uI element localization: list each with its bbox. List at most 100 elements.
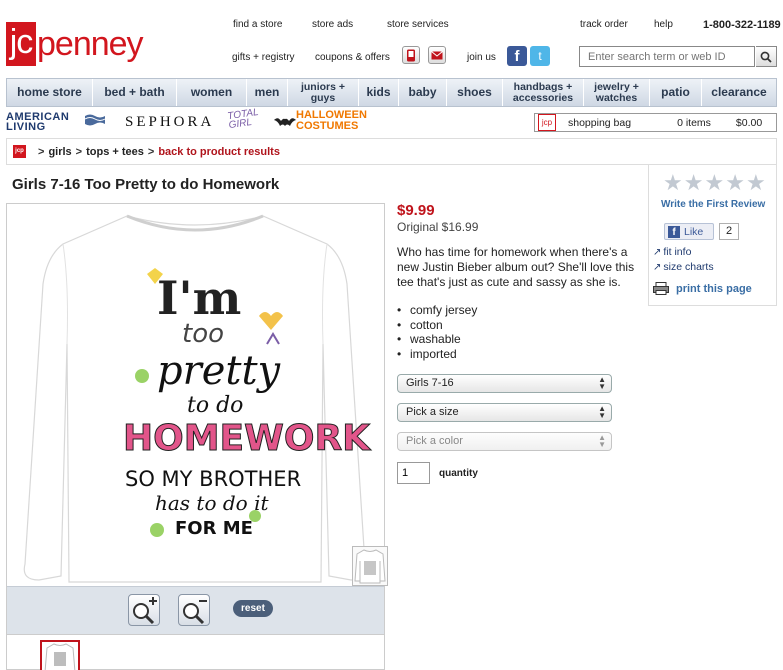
shirt-text-so-my-brother: SO MY BROTHER — [125, 467, 301, 491]
shirt-text-for-me: FOR ME — [175, 518, 253, 539]
product-description: Who has time for homework when there's a… — [397, 245, 635, 289]
zoom-out-button[interactable] — [178, 594, 210, 626]
breadcrumb-girls[interactable]: girls — [48, 146, 71, 158]
print-label: print this page — [676, 282, 752, 295]
breadcrumb-separator: > — [75, 145, 83, 158]
breadcrumb-separator: > — [38, 145, 45, 158]
jcpenney-logo[interactable]: jc penney — [6, 22, 151, 66]
back-to-results-link[interactable]: back to product results — [158, 146, 280, 158]
zoom-toolbar: reset — [7, 586, 384, 634]
feature-item: cotton — [397, 318, 477, 333]
shopping-bag[interactable]: jcp shopping bag 0 items $0.00 — [534, 113, 777, 132]
twitter-icon[interactable]: t — [530, 46, 550, 66]
logo-wordmark: penney — [37, 24, 144, 63]
write-review-link[interactable]: Write the First Review — [661, 199, 765, 210]
total-girl-logo[interactable]: TOTAL GIRL — [227, 107, 261, 132]
size-select-value: Pick a size — [406, 406, 459, 418]
join-us-label: join us — [467, 52, 496, 63]
nav-handbags-accessories[interactable]: handbags + accessories — [503, 79, 584, 106]
nav-clearance[interactable]: clearance — [702, 79, 776, 106]
gifts-registry-link[interactable]: gifts + registry — [232, 52, 295, 63]
thumbnail-strip — [7, 634, 384, 670]
alt-view-thumbnail[interactable] — [352, 546, 388, 586]
breadcrumb-tops-tees[interactable]: tops + tees — [86, 146, 144, 158]
american-living-line2: LIVING — [6, 121, 46, 133]
store-ads-link[interactable]: store ads — [312, 19, 353, 30]
shirt-text-too: too — [182, 319, 224, 349]
coupons-offers-link[interactable]: coupons & offers — [315, 52, 390, 63]
select-arrows-icon: ▲ ▼ — [598, 433, 606, 449]
nav-women[interactable]: women — [177, 79, 247, 106]
size-range-value: Girls 7-16 — [406, 377, 454, 389]
nav-patio[interactable]: patio — [650, 79, 702, 106]
print-page-link[interactable]: print this page — [653, 282, 752, 295]
external-arrow-icon: ↗ — [653, 262, 662, 273]
find-a-store-link[interactable]: find a store — [233, 19, 282, 30]
size-range-select[interactable]: Girls 7-16 ▲ ▼ — [397, 374, 612, 393]
search-button[interactable] — [756, 46, 777, 67]
bag-total: $0.00 — [735, 116, 763, 129]
selected-thumbnail[interactable] — [40, 640, 80, 670]
nav-home-store[interactable]: home store — [7, 79, 93, 106]
product-image-panel: I'm too pretty to do HOMEWORK SO MY BROT… — [6, 203, 388, 670]
facebook-icon[interactable]: f — [507, 46, 527, 66]
feature-item: comfy jersey — [397, 303, 477, 318]
original-price: Original $16.99 — [397, 220, 479, 234]
help-link[interactable]: help — [654, 19, 673, 30]
shopping-bag-icon: jcp — [538, 114, 556, 131]
star-icon: ★ — [663, 170, 683, 195]
like-count: 2 — [719, 223, 739, 240]
reset-zoom-button[interactable]: reset — [233, 600, 273, 617]
star-icon: ★ — [725, 170, 745, 195]
bag-items-count: 0 items — [677, 116, 711, 129]
size-charts-link[interactable]: ↗ size charts — [653, 261, 714, 273]
product-title: Girls 7-16 Too Pretty to do Homework — [12, 176, 280, 193]
breadcrumb: jcp > girls > tops + tees > back to prod… — [6, 138, 777, 165]
jcp-home-icon[interactable]: jcp — [13, 145, 26, 158]
mobile-phone-icon[interactable] — [402, 46, 420, 64]
nav-jewelry-watches[interactable]: jewelry + watches — [584, 79, 650, 106]
halloween-costumes-logo[interactable]: HALLOWEEN COSTUMES — [296, 110, 367, 132]
review-sidebar: ★ ★ ★ ★ ★ Write the First Review f Like … — [648, 165, 777, 306]
nav-shoes[interactable]: shoes — [447, 79, 503, 106]
main-nav: home store bed + bath women men juniors … — [6, 78, 777, 107]
total-girl-line2: GIRL — [228, 116, 253, 132]
rating-stars[interactable]: ★ ★ ★ ★ ★ — [663, 172, 766, 194]
nav-men[interactable]: men — [247, 79, 288, 106]
star-icon: ★ — [683, 170, 704, 195]
star-icon: ★ — [704, 170, 725, 195]
nav-juniors-guys[interactable]: juniors + guys — [288, 79, 359, 106]
product-image[interactable]: I'm too pretty to do HOMEWORK SO MY BROT… — [7, 204, 384, 586]
facebook-like-button[interactable]: f Like — [664, 223, 714, 240]
size-select[interactable]: Pick a size ▲ ▼ — [397, 403, 612, 422]
zoom-in-icon — [133, 597, 157, 625]
halloween-line2: COSTUMES — [296, 120, 359, 132]
search-input[interactable] — [579, 46, 755, 67]
facebook-icon: f — [668, 225, 680, 238]
nav-bed-bath[interactable]: bed + bath — [93, 79, 177, 106]
american-living-logo[interactable]: AMERICAN LIVING — [6, 112, 69, 133]
breadcrumb-separator: > — [147, 145, 155, 158]
shirt-text-pretty: pretty — [157, 348, 282, 394]
phone-number: 1-800-322-1189 — [703, 19, 781, 31]
shirt-text-im: I'm — [157, 271, 241, 325]
track-order-link[interactable]: track order — [580, 19, 628, 30]
magnifier-icon — [760, 51, 772, 63]
nav-baby[interactable]: baby — [399, 79, 447, 106]
quantity-input[interactable] — [397, 462, 430, 484]
nav-kids[interactable]: kids — [359, 79, 399, 106]
fit-info-link[interactable]: ↗ fit info — [653, 246, 691, 258]
email-icon[interactable] — [428, 46, 446, 64]
shirt-text-homework: HOMEWORK — [123, 418, 371, 459]
printer-icon — [653, 282, 669, 295]
feature-list: comfy jersey cotton washable imported — [397, 303, 477, 361]
like-label: Like — [684, 225, 704, 238]
tshirt-image: I'm too pretty to do HOMEWORK SO MY BROT… — [23, 214, 372, 583]
color-select[interactable]: Pick a color ▲ ▼ — [397, 432, 612, 451]
sephora-logo[interactable]: SEPHORA — [125, 114, 214, 131]
store-services-link[interactable]: store services — [387, 19, 449, 30]
size-charts-label: size charts — [663, 261, 714, 273]
zoom-in-button[interactable] — [128, 594, 160, 626]
star-icon: ★ — [745, 170, 766, 195]
feature-item: washable — [397, 332, 477, 347]
